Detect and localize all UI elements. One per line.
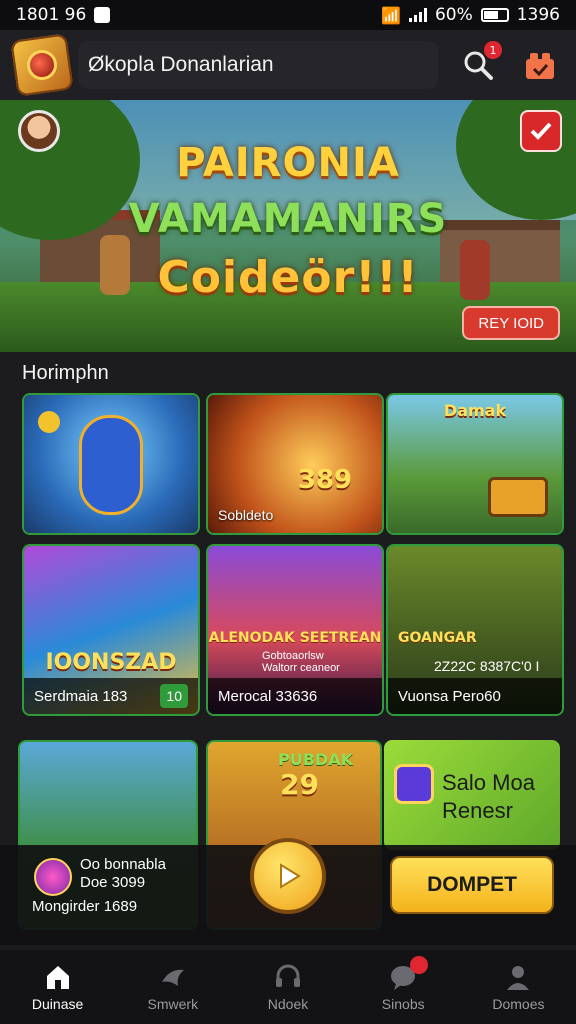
tile-top-label: Damak	[443, 401, 507, 420]
gift-icon	[526, 53, 554, 79]
signal-icon	[408, 8, 427, 22]
play-icon	[280, 863, 301, 889]
game-tile-2[interactable]: 389 Sobldeto	[206, 393, 384, 535]
play-button[interactable]	[250, 838, 326, 914]
coin-icon	[38, 411, 60, 433]
status-clock: 1396	[516, 5, 560, 25]
battery-percent: 60%	[434, 5, 473, 25]
tile-footer: Vuonsa Pero60	[388, 678, 562, 714]
tab-promos[interactable]: Smwerk	[115, 950, 230, 1024]
deposit-button[interactable]: DOMPET	[390, 856, 554, 914]
game-tile-4[interactable]: IOONSZAD Serdmaia 183 10	[22, 544, 200, 716]
search-text: Økopla Donanlarian	[88, 53, 274, 76]
gift-button[interactable]	[518, 43, 562, 87]
tile-footer-text: Vuonsa Pero60	[398, 687, 501, 705]
tile-subtitle: Gobtoaorlsw Waltorr ceaneor	[262, 650, 340, 674]
bottom-tab-bar: Duinase Smwerk Ndoek Sinobs Domoes	[0, 950, 576, 1024]
tile-number: 389	[297, 465, 353, 495]
banner-action-button[interactable]: REY IOID	[462, 306, 560, 340]
promo-mid-number: 29	[280, 768, 319, 801]
promo-right-line2: Renesr	[442, 798, 513, 823]
app-logo[interactable]	[10, 33, 74, 97]
search-button[interactable]: 1	[456, 41, 502, 87]
tile-title: GOANGAR	[398, 630, 477, 646]
tab-label: Domoes	[492, 996, 545, 1012]
cta-amount: Doe 3099	[80, 874, 146, 891]
home-icon	[43, 962, 73, 992]
tab-badge	[410, 956, 429, 974]
game-tile-1[interactable]	[22, 393, 200, 535]
status-right: 📶 60% 1396	[381, 5, 560, 25]
tile-footer-text: Serdmaia 183	[34, 687, 128, 705]
tile-footer: Serdmaia 183 10	[24, 678, 198, 714]
tab-label: Smwerk	[147, 996, 199, 1012]
tile-footer: Merocal 33636	[208, 678, 382, 714]
tile-title: IOONSZAD	[45, 650, 177, 675]
promo-mid-title: PUBDAK	[278, 750, 353, 769]
chat-icon	[388, 956, 429, 992]
status-time: 1801 96	[16, 5, 87, 25]
tile-footer-text: Merocal 33636	[218, 687, 318, 705]
hero-figure	[79, 415, 143, 515]
search-field[interactable]: Økopla Donanlarian	[78, 41, 438, 89]
status-left: 1801 96	[16, 5, 111, 25]
promo-right-line1: Salo Moa	[442, 770, 535, 795]
app-root: 1801 96 📶 60% 1396 Økopla Donanlarian 1	[0, 0, 576, 1024]
tab-profile[interactable]: Domoes	[461, 950, 576, 1024]
cta-name: Oo bonnabla	[80, 856, 166, 873]
wifi-icon: 📶	[381, 5, 401, 25]
headset-icon	[273, 962, 303, 992]
tile-chip[interactable]: 10	[160, 684, 188, 708]
game-tile-3[interactable]: Damak	[386, 393, 564, 535]
tab-label: Sinobs	[381, 996, 425, 1012]
app-header: Økopla Donanlarian 1	[0, 30, 576, 100]
section-title: Horimphn	[22, 362, 109, 384]
tab-messages[interactable]: Sinobs	[346, 950, 461, 1024]
tile-caption: Sobldeto	[218, 507, 274, 523]
gem-icon	[25, 48, 59, 82]
tab-label: Ndoek	[267, 996, 309, 1012]
banner-title-line2: VAMAMANIRS	[128, 196, 448, 242]
tab-label: Duinase	[31, 996, 84, 1012]
tile-title: ALENODAK SEETREAN	[208, 630, 382, 646]
promo-right-icon	[394, 764, 434, 804]
tab-support[interactable]: Ndoek	[230, 950, 345, 1024]
bird-icon	[158, 962, 188, 992]
game-tile-5[interactable]: ALENODAK SEETREAN Gobtoaorlsw Waltorr ce…	[206, 544, 384, 716]
bag-icon	[94, 7, 111, 23]
banner-title-line1: PAIRONIA	[176, 140, 400, 186]
cta-footer: Mongirder 1689	[32, 898, 138, 915]
treasure-chest	[488, 477, 548, 517]
profile-icon	[503, 962, 533, 992]
tab-home[interactable]: Duinase	[0, 950, 115, 1024]
promo-tile-right[interactable]: Salo Moa Renesr	[384, 740, 560, 850]
token-icon	[34, 858, 72, 896]
notification-badge: 1	[484, 41, 502, 59]
battery-icon	[480, 8, 509, 22]
banner-title-line3: Coidеör!!!	[157, 252, 419, 303]
game-tile-6[interactable]: GOANGAR 2Z22C 8387C'0 I Vuonsa Pero60	[386, 544, 564, 716]
tile-subtitle: 2Z22C 8387C'0 I	[434, 658, 540, 674]
status-bar: 1801 96 📶 60% 1396	[0, 0, 576, 30]
